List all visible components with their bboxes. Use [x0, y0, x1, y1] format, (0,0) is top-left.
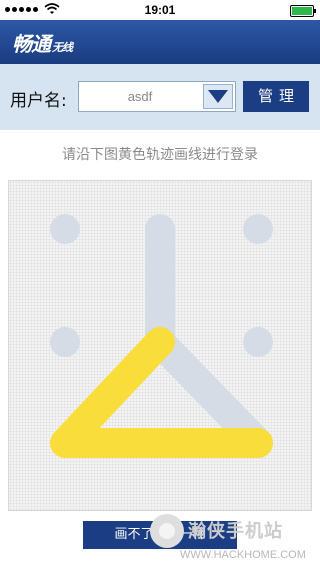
- logo-sub: 无线: [52, 41, 73, 54]
- app-header: 畅通 无线: [0, 20, 320, 64]
- status-bar: 19:01: [0, 0, 320, 20]
- pattern-hint: 请沿下图黄色轨迹画线进行登录: [62, 147, 258, 163]
- watermark-url: WWW.HACKHOME.COM: [180, 549, 306, 561]
- pattern-dot-mid-right: [243, 327, 273, 357]
- pattern-area[interactable]: [8, 180, 312, 511]
- manage-button[interactable]: 管理: [243, 81, 309, 112]
- watermark-logo-icon: [150, 514, 184, 548]
- watermark: 瀚侠手机站 WWW.HACKHOME.COM: [150, 512, 320, 568]
- pattern-canvas[interactable]: [9, 181, 313, 512]
- status-time: 19:01: [144, 3, 176, 17]
- dropdown-button[interactable]: [203, 84, 233, 109]
- username-select[interactable]: asdf: [78, 81, 236, 112]
- grid-path-diagonal: [145, 327, 273, 458]
- username-value: asdf: [127, 89, 153, 104]
- pattern-dot-top-right: [243, 214, 273, 244]
- battery-icon: [290, 5, 316, 17]
- username-label: 用户名:: [10, 91, 67, 111]
- login-bar: 用户名: asdf 管理: [0, 64, 320, 130]
- app-logo: 畅通 无线: [12, 28, 73, 57]
- pattern-dot-mid-left: [50, 327, 80, 357]
- pattern-dot-top-left: [50, 214, 80, 244]
- watermark-title: 瀚侠手机站: [188, 521, 283, 542]
- logo-main: 畅通: [12, 32, 51, 56]
- triangle-down-icon: [208, 90, 228, 103]
